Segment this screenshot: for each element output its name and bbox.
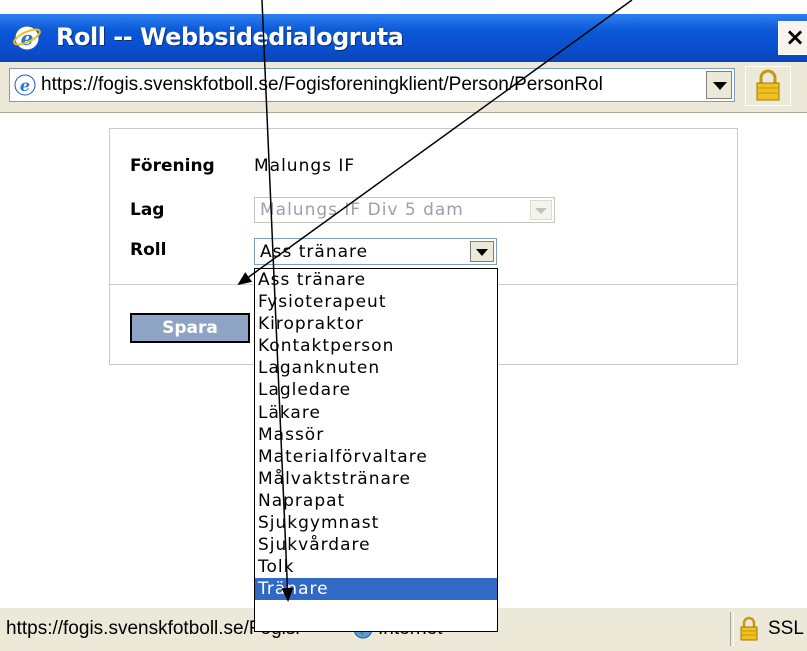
top-strip [0, 0, 807, 14]
window-title: Roll -- Webbsidedialogruta [56, 23, 404, 51]
roll-option[interactable]: Materialförvaltare [255, 446, 497, 468]
forening-label: Förening [130, 156, 215, 176]
page-icon: e [14, 74, 36, 96]
roll-option[interactable]: Läkare [255, 402, 497, 424]
security-lock-button[interactable] [745, 66, 791, 106]
svg-text:e: e [20, 76, 30, 95]
url-text: https://fogis.svenskfotboll.se/Fogisfore… [41, 74, 603, 95]
roll-option[interactable]: Kiropraktor [255, 313, 497, 335]
lock-icon [740, 616, 758, 641]
roll-option[interactable]: Laganknuten [255, 357, 497, 379]
roll-option[interactable]: Sjukgymnast [255, 512, 497, 534]
roll-option[interactable]: Tränare [255, 578, 497, 601]
roll-select[interactable]: Ass tränare [254, 238, 497, 265]
chevron-down-icon [530, 200, 552, 220]
roll-label: Roll [130, 240, 167, 260]
ie-logo-icon: e [13, 25, 41, 51]
roll-dropdown-list[interactable]: Ass tränare Fysioterapeut Kiropraktor Konta… [254, 268, 498, 632]
roll-option[interactable]: Målvaktstränare [255, 468, 497, 490]
status-divider [730, 612, 734, 646]
address-bar: e https://fogis.svenskfotboll.se/Fogisfo… [0, 62, 807, 113]
status-ssl: SSL [768, 618, 804, 639]
roll-option[interactable]: Tolk [255, 556, 497, 578]
address-field[interactable]: e https://fogis.svenskfotboll.se/Fogisfo… [9, 68, 735, 102]
roll-option[interactable]: Lagledare [255, 379, 497, 401]
roll-option[interactable]: Massör [255, 424, 497, 446]
lag-select[interactable]: Malungs IF Div 5 dam [254, 197, 555, 223]
forening-value: Malungs IF [254, 156, 356, 176]
chevron-down-icon[interactable] [470, 241, 494, 262]
roll-option[interactable]: Naprapat [255, 490, 497, 512]
roll-option[interactable]: Fysioterapeut [255, 291, 497, 313]
title-bar[interactable]: e Roll -- Webbsidedialogruta × [0, 14, 807, 62]
roll-option[interactable]: Ass tränare [255, 269, 497, 291]
roll-select-value: Ass tränare [260, 242, 369, 262]
close-button[interactable]: × [778, 21, 807, 55]
lock-icon [756, 69, 780, 101]
lag-select-value: Malungs IF Div 5 dam [260, 200, 464, 220]
lag-label: Lag [130, 200, 165, 220]
roll-option[interactable]: Sjukvårdare [255, 534, 497, 556]
roll-option[interactable]: Kontaktperson [255, 335, 497, 357]
save-button[interactable]: Spara [130, 313, 250, 343]
address-dropdown-button[interactable] [706, 71, 732, 99]
